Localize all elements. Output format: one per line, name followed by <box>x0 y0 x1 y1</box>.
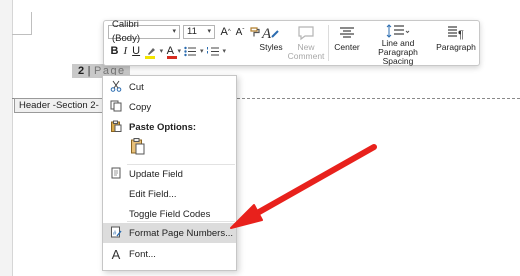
chevron-down-icon[interactable]: ▾ <box>160 47 164 55</box>
menu-item-label: Toggle Field Codes <box>129 208 211 220</box>
copy-icon <box>103 100 129 115</box>
line-spacing-icon <box>386 23 410 39</box>
bold-icon[interactable]: B <box>111 45 119 57</box>
scissors-icon <box>103 80 129 95</box>
menu-item-update-field[interactable]: Update Field <box>103 164 236 184</box>
font-name-value: Calibri (Body) <box>112 19 140 44</box>
toolbar-row-format: B I U ▾ A ▾ ▾ ▾ <box>108 45 227 59</box>
grow-font-icon[interactable]: A ^ <box>221 26 231 38</box>
margin-corner-mark-vertical <box>31 12 32 34</box>
line-spacing-label: Line and Paragraph Spacing <box>378 38 418 66</box>
highlight-color-icon[interactable] <box>145 46 156 59</box>
paragraph-icon: ¶ <box>447 23 465 43</box>
paragraph-label: Paragraph <box>436 42 476 52</box>
menu-item-label: Cut <box>129 81 144 93</box>
highlight-color-swatch <box>145 55 156 59</box>
font-color-icon[interactable]: A <box>166 45 177 59</box>
chevron-down-icon[interactable]: ▾ <box>177 47 181 55</box>
align-center-icon <box>339 23 355 43</box>
margin-corner-mark <box>12 34 32 35</box>
menu-item-label: Update Field <box>129 168 183 180</box>
font-color-swatch <box>166 56 177 59</box>
menu-item-label: Format Page Numbers... <box>129 227 234 239</box>
menu-item-label: Edit Field... <box>129 188 177 200</box>
new-comment-button[interactable]: New Comment <box>288 23 324 63</box>
menu-divider <box>127 221 235 222</box>
toolbar-divider <box>328 25 329 61</box>
line-spacing-button[interactable]: Line and Paragraph Spacing <box>362 23 434 66</box>
styles-label: Styles <box>259 42 283 52</box>
center-button[interactable]: Center <box>332 23 362 63</box>
menu-item-label: Paste Options: <box>129 121 197 133</box>
menu-item-edit-field[interactable]: Edit Field... <box>103 184 236 204</box>
bullets-icon[interactable] <box>184 46 197 57</box>
chevron-down-icon: ▾ <box>207 28 211 35</box>
menu-item-copy[interactable]: Copy <box>103 97 236 117</box>
header-section-tag: Header -Section 2- <box>14 98 104 113</box>
mini-toolbar: Calibri (Body) ▾ 11 ▾ A ^ Aˇ B I U ▾ A ▾ … <box>103 19 480 66</box>
underline-icon[interactable]: U <box>132 45 140 57</box>
shrink-font-icon[interactable]: Aˇ <box>236 27 245 38</box>
page-number: 2 <box>78 65 86 77</box>
menu-item-label: Font... <box>129 248 156 260</box>
font-icon: A <box>111 246 121 262</box>
chevron-down-icon: ▾ <box>172 28 176 35</box>
paste-keep-text-only-button[interactable] <box>129 136 147 156</box>
svg-text:A: A <box>261 26 272 42</box>
chevron-down-icon[interactable]: ▾ <box>222 47 226 55</box>
font-name-select[interactable]: Calibri (Body) ▾ <box>108 19 180 44</box>
menu-item-format-page-numbers[interactable]: # Format Page Numbers... <box>103 223 236 243</box>
comment-icon <box>297 23 315 43</box>
page-separator: | <box>87 65 92 77</box>
font-size-value: 11 <box>187 26 197 37</box>
font-size-select[interactable]: 11 ▾ <box>183 25 215 39</box>
svg-text:¶: ¶ <box>458 29 464 41</box>
italic-icon[interactable]: I <box>123 45 127 57</box>
menu-item-cut[interactable]: Cut <box>103 77 236 97</box>
menu-item-label: Copy <box>129 101 152 113</box>
styles-icon: A <box>261 23 281 43</box>
toolbar-row-font: Calibri (Body) ▾ 11 ▾ A ^ Aˇ <box>108 19 264 44</box>
menu-item-paste-options: Paste Options: <box>103 117 236 137</box>
context-menu: Cut Copy Paste Options: Update Field Edi… <box>102 75 237 271</box>
update-field-icon <box>103 167 129 182</box>
menu-item-font[interactable]: A Font... <box>103 244 236 264</box>
chevron-down-icon[interactable]: ▾ <box>200 47 204 55</box>
numbering-icon[interactable] <box>206 46 219 57</box>
format-page-numbers-icon: # <box>103 226 129 241</box>
center-label: Center <box>334 42 360 52</box>
new-comment-label: New Comment <box>287 42 325 61</box>
styles-button[interactable]: A Styles <box>256 23 286 63</box>
paste-icon <box>103 120 129 135</box>
paragraph-button[interactable]: ¶ Paragraph <box>436 23 476 63</box>
